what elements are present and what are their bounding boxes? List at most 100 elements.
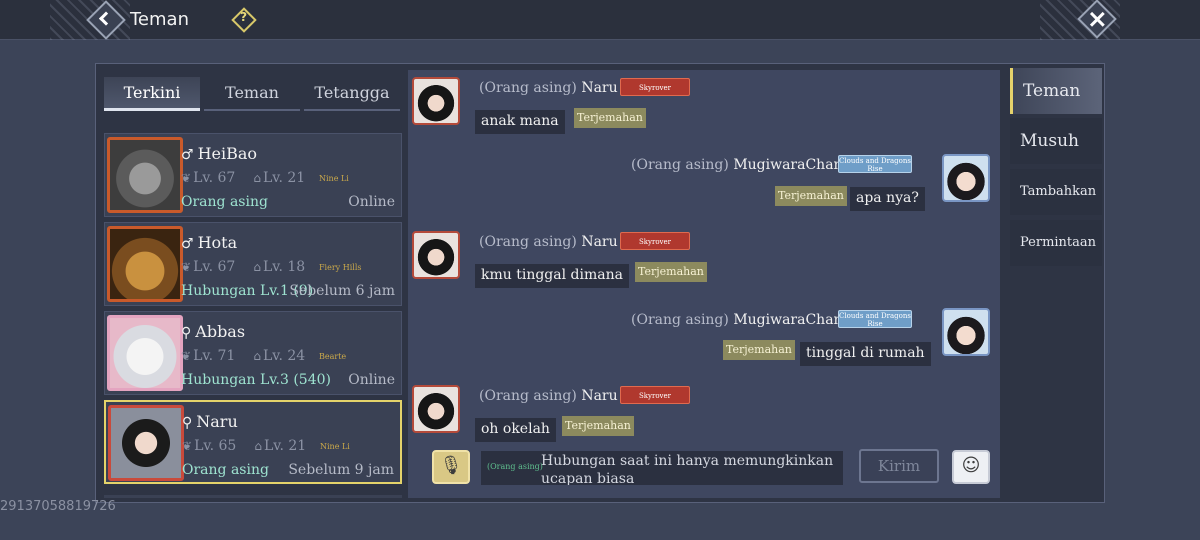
friend-name: ♂ Hota [181,233,237,252]
title-badge: Skyrover [620,386,690,404]
translate-button[interactable]: Terjemahan [723,340,795,360]
side-tab-permintaan[interactable]: Permintaan [1010,220,1102,266]
male-icon: ♂ [181,236,194,252]
friend-list[interactable]: ♂ HeiBao ❦ Lv. 67 ⌂ Lv. 21 Nine Li Orang asi… [104,116,402,498]
tab-terkini[interactable]: Terkini [104,77,200,111]
message-sender: (Orang asing) Naru [479,80,618,96]
home-level: Lv. 24 [262,348,306,364]
mugiwara-avatar-icon[interactable] [942,308,990,356]
friend-name: ⚲ Naru [182,412,238,431]
friend-levels: ❦ Lv. 65 ⌂ Lv. 21 [182,438,306,454]
online-status: Sebelum 9 jam [288,462,394,478]
translate-button[interactable]: Terjemahan [574,108,646,128]
wing-icon: ❦ [181,260,192,274]
character-level: Lv. 65 [194,438,237,454]
sender-prefix: (Orang asing) [631,157,729,173]
friends-panel: Terkini Teman Tetangga ♂ HeiBao ❦ Lv. 67 ⌂ L… [95,63,1105,503]
send-button[interactable]: Kirim [859,449,939,483]
chat-input[interactable]: (Orang asing) Hubungan saat ini hanya me… [481,451,843,485]
friend-name-text: Hota [197,233,238,252]
house-icon: ⌂ [253,349,261,363]
tab-tetangga[interactable]: Tetangga [304,77,400,111]
relation-status: Hubungan Lv.3 (540) [181,372,331,388]
side-tab-musuh[interactable]: Musuh [1010,118,1102,164]
home-level: Lv. 21 [263,438,307,454]
page-title: Teman [130,9,189,30]
friend-item-abbas[interactable]: ⚲ Abbas ❦ Lv. 71 ⌂ Lv. 24 Bearte Hubungan Lv… [104,311,402,395]
friend-name: ♂ HeiBao [181,144,257,163]
message-sender: (Orang asing) Naru [479,234,618,250]
friend-name-text: Abbas [195,322,246,341]
message-bubble: oh okelah [475,418,556,442]
online-status: Online [348,194,395,210]
message-bubble: anak mana [475,110,565,134]
sender-name: Naru [581,388,618,404]
sender-name: MugiwaraChan [733,312,843,328]
dog-avatar-icon [107,226,183,302]
friend-levels: ❦ Lv. 67 ⌂ Lv. 21 [181,170,305,186]
character-level: Lv. 67 [193,170,236,186]
translate-button[interactable]: Terjemahan [775,186,847,206]
house-icon: ⌂ [253,171,261,185]
message-sender: (Orang asing) MugiwaraChan [631,312,843,328]
sender-prefix: (Orang asing) [479,388,577,404]
message-sender: (Orang asing) MugiwaraChan [631,157,843,173]
friend-name-text: HeiBao [197,144,258,163]
list-item-partial [104,495,402,498]
mugiwara-avatar-icon[interactable] [942,154,990,202]
voice-button[interactable]: 🎙 [432,450,470,484]
search-gender-icon: ⚲ [182,415,193,431]
emoji-button[interactable]: ☺ [952,450,990,484]
guild-name: Nine Li [319,174,349,183]
sender-prefix: (Orang asing) [479,234,577,250]
title-badge: Skyrover [620,78,690,96]
guild-name: Fiery Hills [319,263,362,272]
relation-status: Orang asing [182,462,269,478]
translate-button[interactable]: Terjemahan [635,262,707,282]
friend-levels: ❦ Lv. 67 ⌂ Lv. 18 [181,259,305,275]
message-bubble: apa nya? [850,187,925,211]
friend-item-heibao[interactable]: ♂ HeiBao ❦ Lv. 67 ⌂ Lv. 21 Nine Li Orang asi… [104,133,402,217]
friend-item-hota[interactable]: ♂ Hota ❦ Lv. 67 ⌂ Lv. 18 Fiery Hills Hubunga… [104,222,402,306]
online-status: Sebelum 6 jam [289,283,395,299]
friend-item-naru[interactable]: ⚲ Naru ❦ Lv. 65 ⌂ Lv. 21 Nine Li Orang asing… [104,400,402,484]
question-icon: ? [240,9,248,24]
online-status: Online [348,372,395,388]
input-prefix: (Orang asing) [487,462,543,471]
sender-name: Naru [581,80,618,96]
title-badge: Clouds and Dragons Rise [838,310,912,328]
character-level: Lv. 71 [193,348,236,364]
message-bubble: kmu tinggal dimana [475,264,629,288]
chat-area[interactable]: (Orang asing) Naru Skyrover anak mana Te… [408,70,1000,498]
sender-prefix: (Orang asing) [631,312,729,328]
sender-name: MugiwaraChan [733,157,843,173]
title-badge: Skyrover [620,232,690,250]
wing-icon: ❦ [182,439,193,453]
wing-icon: ❦ [181,349,192,363]
title-badge: Clouds and Dragons Rise [838,155,912,173]
naru-avatar-icon[interactable] [412,77,460,125]
character-level: Lv. 67 [193,259,236,275]
search-gender-icon: ⚲ [181,325,192,341]
chat-input-bar: 🎙 (Orang asing) Hubungan saat ini hanya … [420,445,998,493]
house-icon: ⌂ [253,260,261,274]
tab-teman[interactable]: Teman [204,77,300,111]
wing-icon: ❦ [181,171,192,185]
help-button[interactable]: ? [231,7,257,33]
guild-name: Bearte [319,352,347,361]
watermark-id: 29137058819726 [0,499,116,514]
home-level: Lv. 21 [262,170,306,186]
side-tab-tambahkan[interactable]: Tambahkan [1010,169,1102,215]
left-tabs: Terkini Teman Tetangga [104,77,402,113]
male-icon: ♂ [181,147,194,163]
cat-avatar-icon [107,137,183,213]
translate-button[interactable]: Terjemahan [562,416,634,436]
relation-status: Orang asing [181,194,268,210]
naru-avatar-icon[interactable] [412,231,460,279]
home-level: Lv. 18 [262,259,306,275]
naru-avatar-icon[interactable] [412,385,460,433]
smiley-icon: ☺ [961,455,981,476]
side-tab-teman[interactable]: Teman [1010,68,1102,114]
message-sender: (Orang asing) Naru [479,388,618,404]
chevron-left-icon [98,11,114,26]
